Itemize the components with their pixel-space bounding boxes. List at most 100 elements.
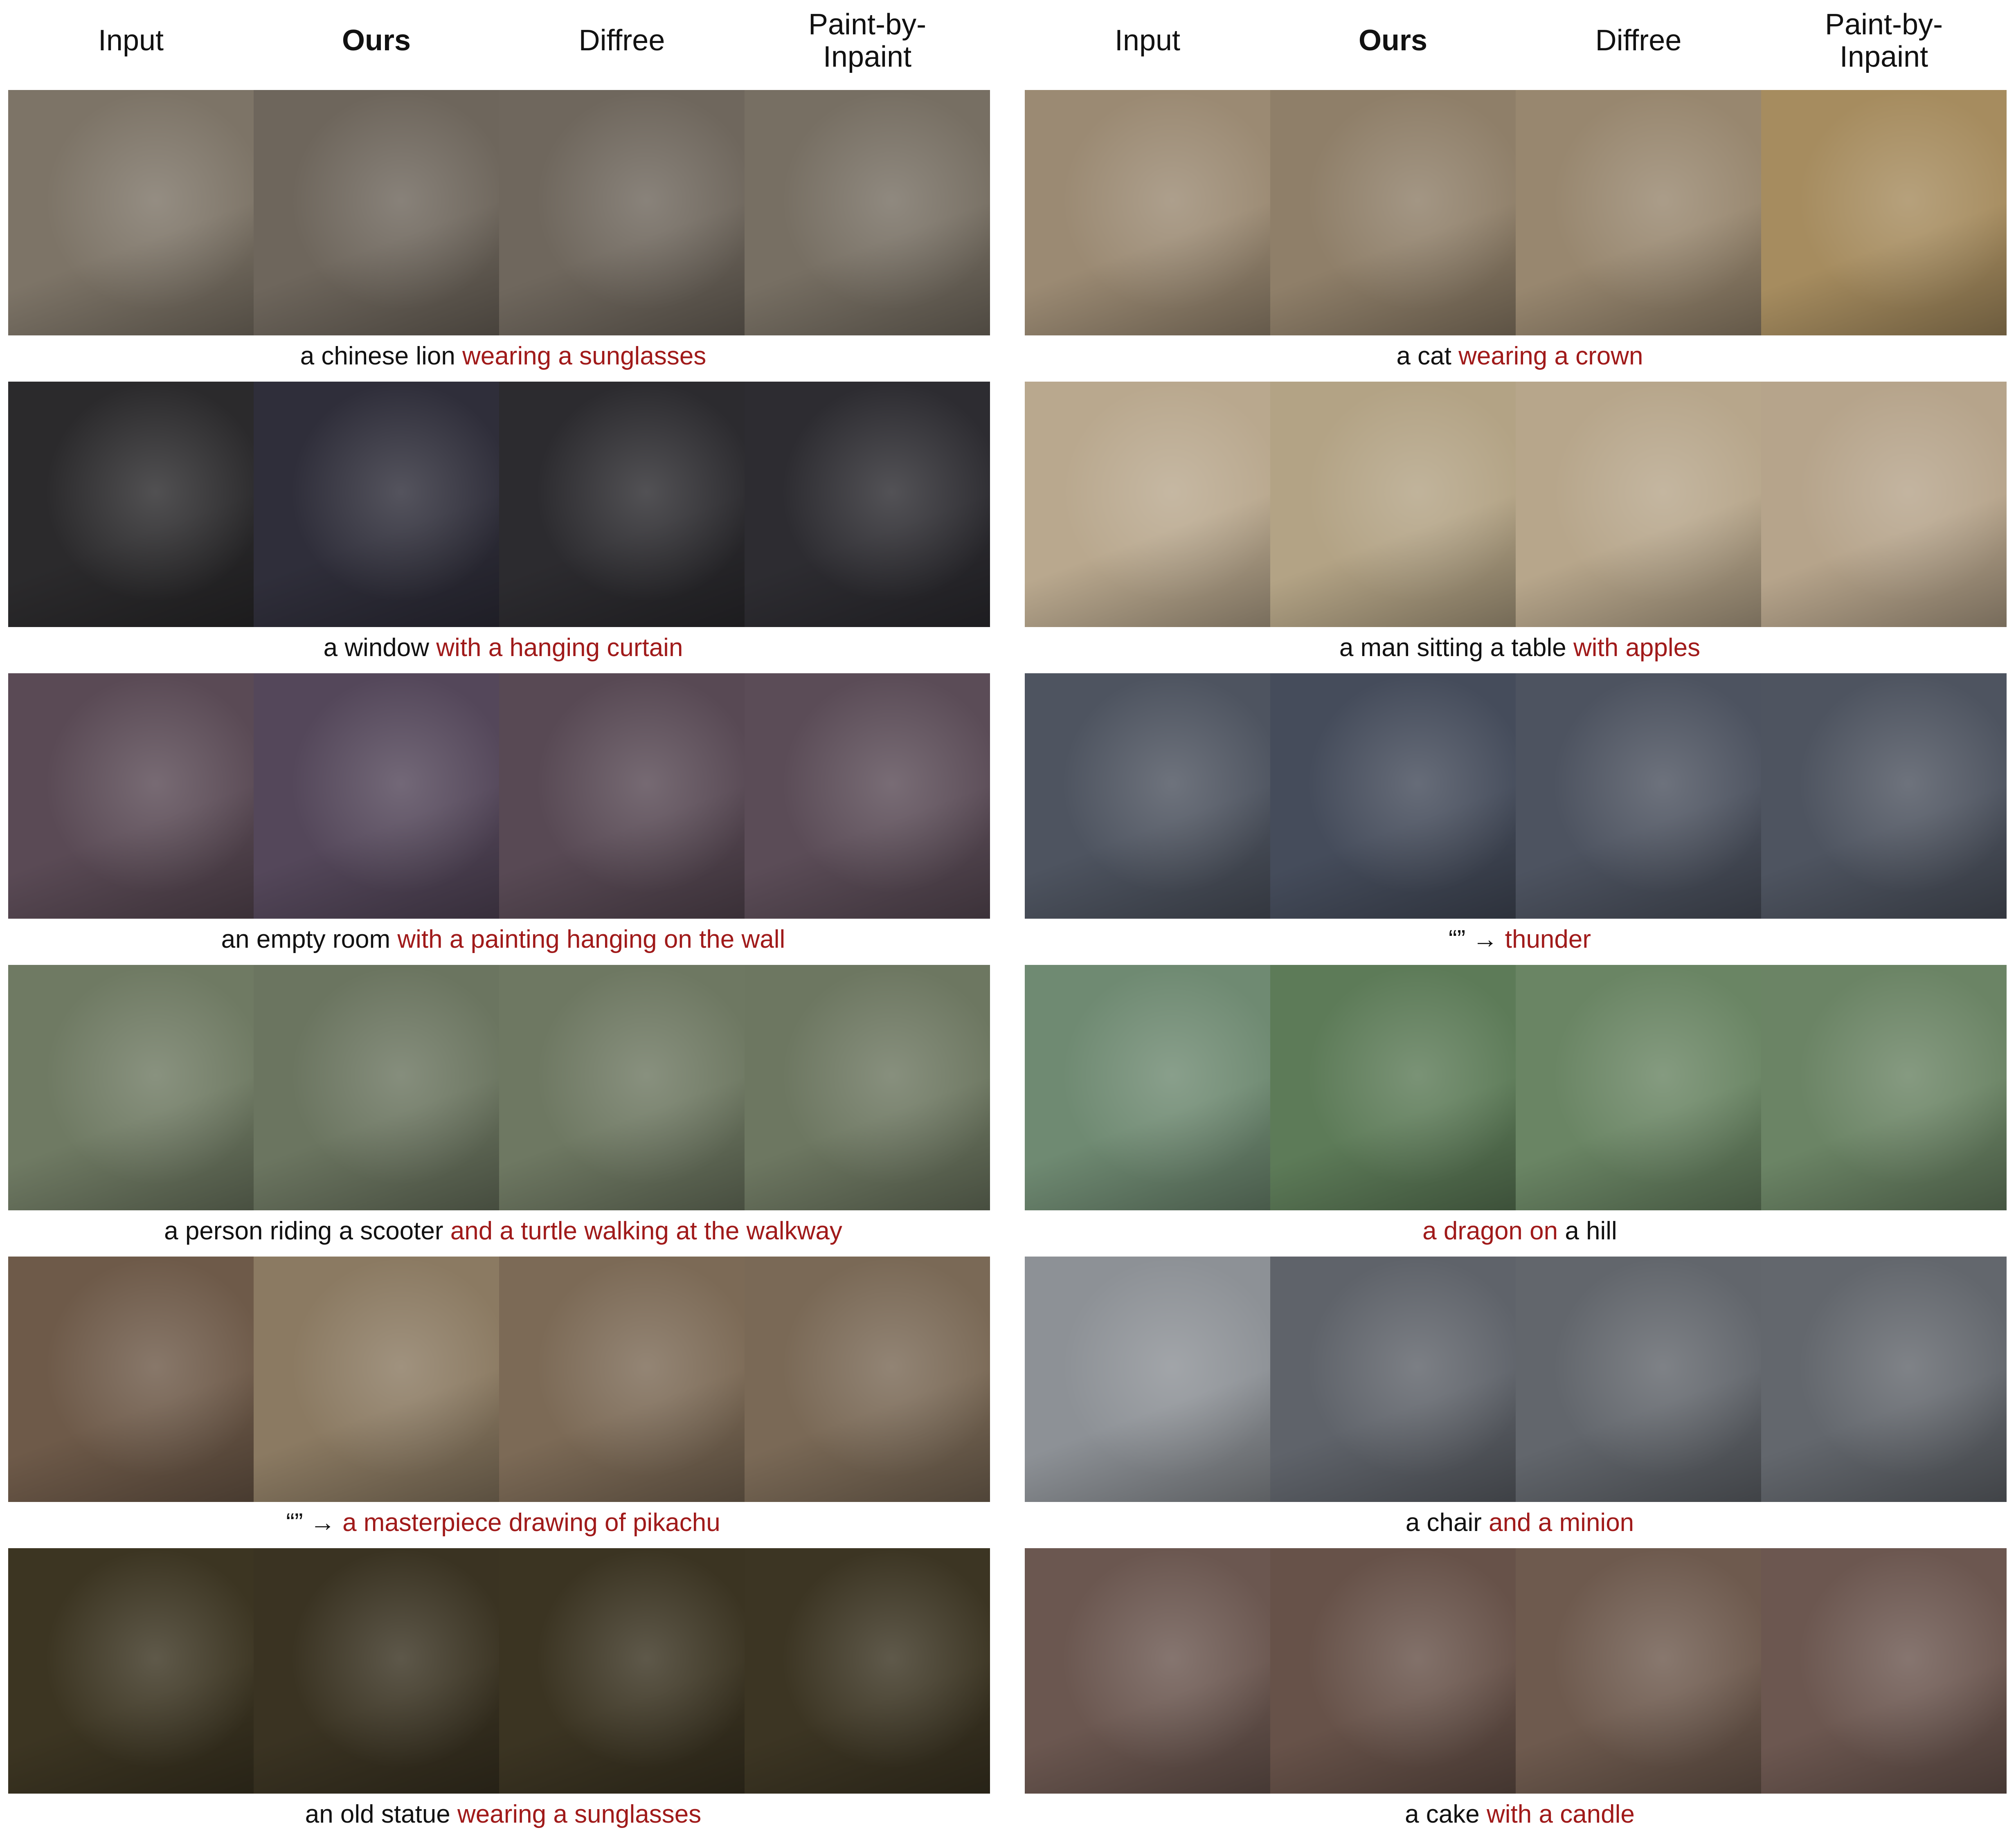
image-right-r3-c2 xyxy=(1270,673,1516,919)
photo-placeholder xyxy=(1270,965,1516,1210)
image-left-r6-c3 xyxy=(499,1548,745,1794)
column-header-right-0: Input xyxy=(1114,24,1181,57)
photo-placeholder xyxy=(1270,673,1516,919)
image-right-r2-c3 xyxy=(1516,382,1761,627)
photo-placeholder xyxy=(1516,1548,1761,1794)
caption-right-3: “” → thunder xyxy=(1025,921,2015,958)
photo-placeholder xyxy=(1761,382,2007,627)
image-left-r2-c2 xyxy=(254,382,499,627)
image-row-right-5 xyxy=(1025,1257,2007,1502)
image-left-r2-c3 xyxy=(499,382,745,627)
photo-placeholder xyxy=(745,90,990,335)
caption-text: a chair xyxy=(1405,1508,1489,1537)
caption-left-6: an old statue wearing a sunglasses xyxy=(8,1796,998,1832)
photo-placeholder xyxy=(499,1548,745,1794)
image-left-r5-c2 xyxy=(254,1257,499,1502)
image-row-left-5 xyxy=(8,1257,990,1502)
photo-placeholder xyxy=(8,1548,254,1794)
photo-placeholder xyxy=(1761,90,2007,335)
caption-text: a hill xyxy=(1558,1216,1617,1245)
photo-placeholder xyxy=(499,965,745,1210)
photo-placeholder xyxy=(8,965,254,1210)
column-header-left-2: Diffree xyxy=(578,24,665,57)
image-left-r4-c1 xyxy=(8,965,254,1210)
image-right-r3-c4 xyxy=(1761,673,2007,919)
photo-placeholder xyxy=(254,382,499,627)
image-right-r1-c1 xyxy=(1025,90,1270,335)
image-left-r4-c2 xyxy=(254,965,499,1210)
image-left-r3-c1 xyxy=(8,673,254,919)
caption-highlight: with a painting hanging on the wall xyxy=(397,925,785,953)
image-left-r1-c1 xyxy=(8,90,254,335)
photo-placeholder xyxy=(254,673,499,919)
image-left-r5-c3 xyxy=(499,1257,745,1502)
caption-text: an old statue xyxy=(305,1800,458,1828)
caption-left-3: an empty room with a painting hanging on… xyxy=(8,921,998,958)
image-left-r1-c4 xyxy=(745,90,990,335)
image-left-r5-c1 xyxy=(8,1257,254,1502)
caption-left-2: a window with a hanging curtain xyxy=(8,629,998,666)
photo-placeholder xyxy=(1270,1257,1516,1502)
photo-placeholder xyxy=(1516,965,1761,1210)
column-header-right-1: Ours xyxy=(1358,24,1428,57)
image-row-left-2 xyxy=(8,382,990,627)
photo-placeholder xyxy=(745,673,990,919)
caption-text: a chinese lion xyxy=(300,342,463,370)
caption-text: a cake xyxy=(1405,1800,1487,1828)
caption-right-1: a cat wearing a crown xyxy=(1025,337,2015,374)
image-right-r4-c4 xyxy=(1761,965,2007,1210)
image-left-r1-c2 xyxy=(254,90,499,335)
caption-text: a window xyxy=(323,633,436,662)
column-header-right-2: Diffree xyxy=(1595,24,1682,57)
caption-highlight: and a minion xyxy=(1489,1508,1634,1537)
image-right-r1-c3 xyxy=(1516,90,1761,335)
image-row-right-6 xyxy=(1025,1548,2007,1794)
image-row-left-1 xyxy=(8,90,990,335)
column-header-left-3: Paint-by- Inpaint xyxy=(808,8,927,73)
image-right-r6-c4 xyxy=(1761,1548,2007,1794)
caption-right-4: a dragon on a hill xyxy=(1025,1212,2015,1249)
caption-highlight: wearing a crown xyxy=(1458,342,1643,370)
image-right-r1-c4 xyxy=(1761,90,2007,335)
image-right-r4-c2 xyxy=(1270,965,1516,1210)
caption-text: a person riding a scooter xyxy=(164,1216,450,1245)
photo-placeholder xyxy=(499,1257,745,1502)
image-right-r2-c2 xyxy=(1270,382,1516,627)
photo-placeholder xyxy=(1516,90,1761,335)
image-right-r2-c4 xyxy=(1761,382,2007,627)
caption-right-2: a man sitting a table with apples xyxy=(1025,629,2015,666)
caption-left-1: a chinese lion wearing a sunglasses xyxy=(8,337,998,374)
caption-highlight: with apples xyxy=(1573,633,1701,662)
image-right-r5-c2 xyxy=(1270,1257,1516,1502)
caption-highlight: and a turtle walking at the walkway xyxy=(450,1216,842,1245)
caption-highlight: thunder xyxy=(1505,925,1591,953)
column-header-right-3: Paint-by- Inpaint xyxy=(1825,8,1943,73)
image-left-r3-c2 xyxy=(254,673,499,919)
column-header-left-1: Ours xyxy=(342,24,411,57)
caption-right-5: a chair and a minion xyxy=(1025,1504,2015,1541)
image-row-right-2 xyxy=(1025,382,2007,627)
image-right-r4-c3 xyxy=(1516,965,1761,1210)
caption-highlight: with a hanging curtain xyxy=(436,633,683,662)
photo-placeholder xyxy=(1761,965,2007,1210)
image-right-r1-c2 xyxy=(1270,90,1516,335)
caption-text: an empty room xyxy=(221,925,398,953)
photo-placeholder xyxy=(499,382,745,627)
photo-placeholder xyxy=(1516,1257,1761,1502)
photo-placeholder xyxy=(1516,382,1761,627)
image-right-r4-c1 xyxy=(1025,965,1270,1210)
photo-placeholder xyxy=(254,1548,499,1794)
image-row-right-4 xyxy=(1025,965,2007,1210)
caption-right-6: a cake with a candle xyxy=(1025,1796,2015,1832)
photo-placeholder xyxy=(499,673,745,919)
image-right-r6-c1 xyxy=(1025,1548,1270,1794)
photo-placeholder xyxy=(499,90,745,335)
photo-placeholder xyxy=(745,1257,990,1502)
caption-text: “” → xyxy=(286,1508,343,1537)
image-left-r6-c4 xyxy=(745,1548,990,1794)
photo-placeholder xyxy=(1025,382,1270,627)
photo-placeholder xyxy=(1025,1548,1270,1794)
image-right-r5-c1 xyxy=(1025,1257,1270,1502)
photo-placeholder xyxy=(1270,382,1516,627)
image-row-right-3 xyxy=(1025,673,2007,919)
